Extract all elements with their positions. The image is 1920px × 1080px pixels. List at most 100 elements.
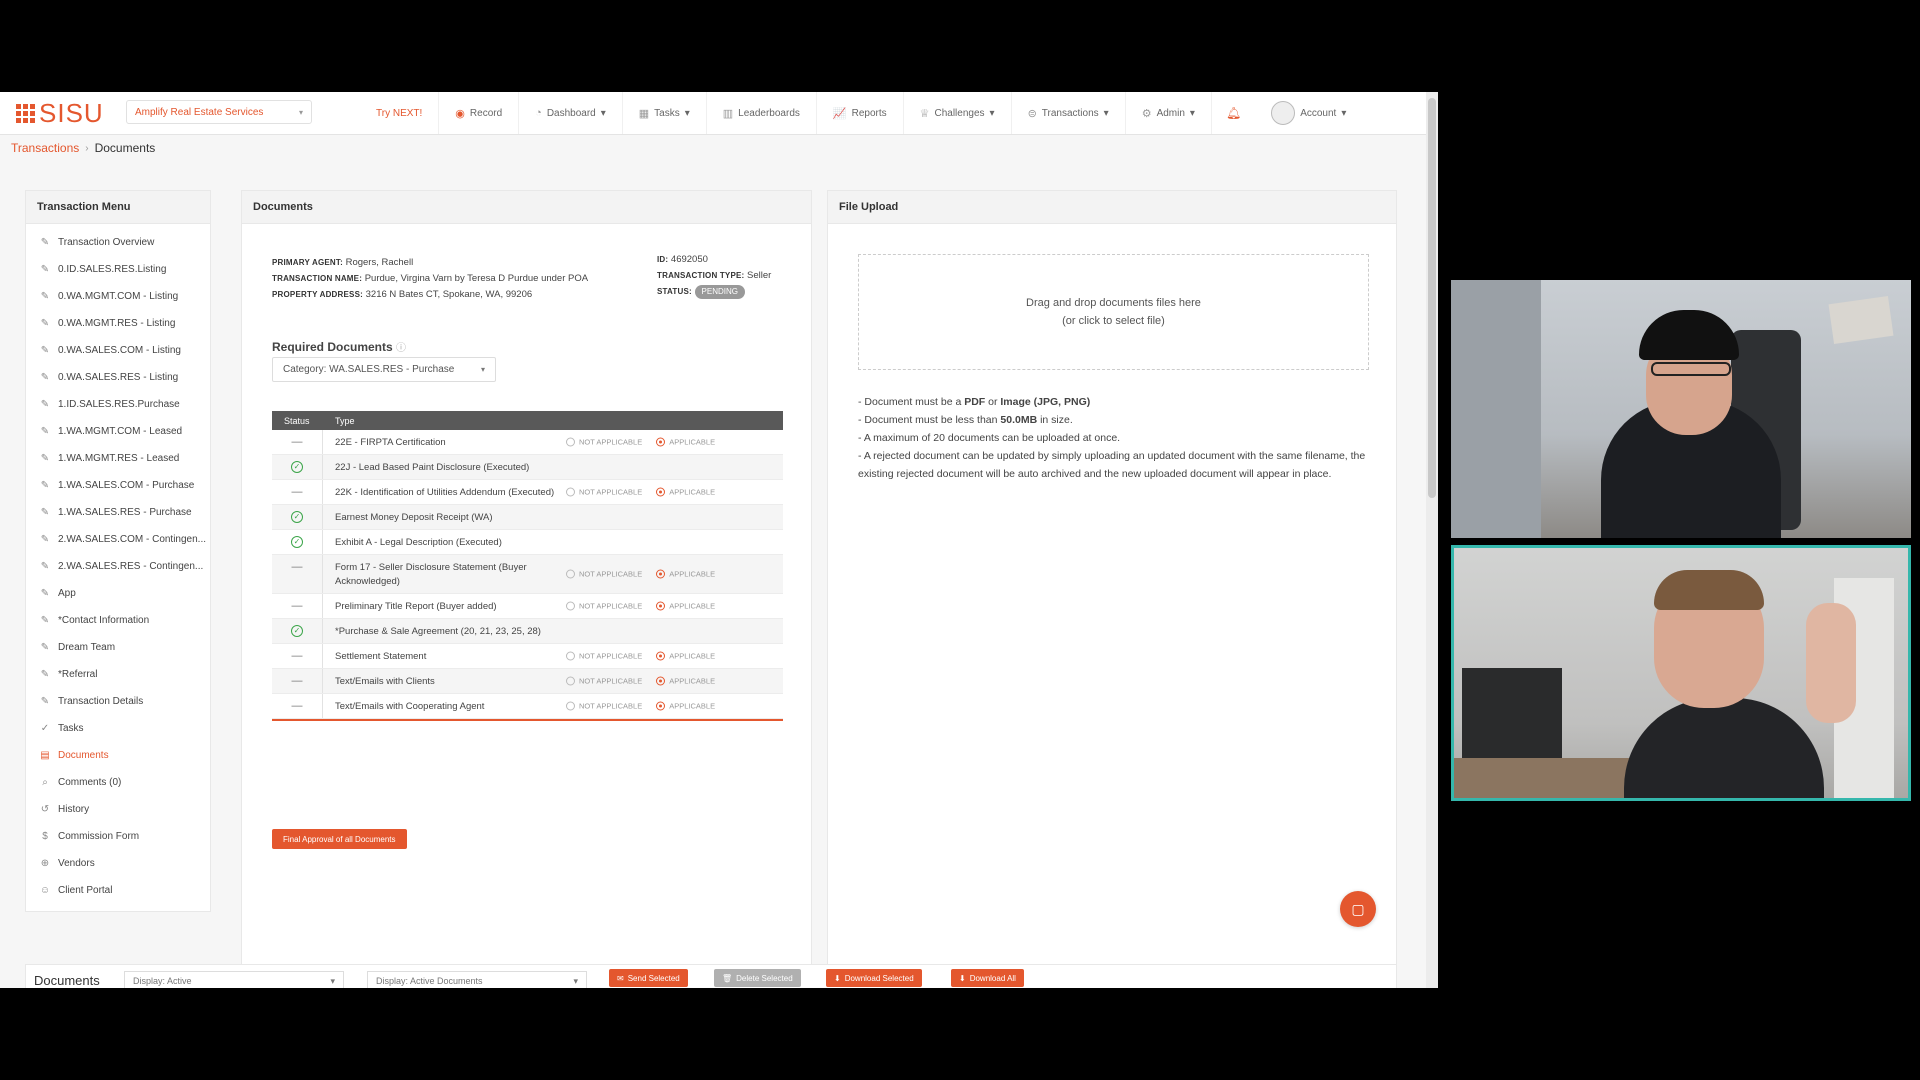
not-applicable-radio[interactable]: NOT APPLICABLE [566, 651, 642, 661]
chat-icon[interactable]: ▢ [1340, 891, 1376, 927]
nav-account[interactable]: Account ▾ [1255, 92, 1362, 134]
applicable-radio[interactable]: APPLICABLE [656, 437, 715, 447]
try-next-link[interactable]: Try NEXT! [360, 92, 440, 134]
scrollbar-thumb[interactable] [1428, 98, 1436, 498]
nav-challenges[interactable]: ♕ Challenges ▾ [904, 92, 1012, 134]
final-approval-button[interactable]: Final Approval of all Documents [272, 829, 407, 849]
sidebar-item[interactable]: ✎ 0.WA.SALES.COM - Listing [26, 337, 210, 364]
not-applicable-radio[interactable]: NOT APPLICABLE [566, 437, 642, 447]
delete-selected-button[interactable]: 🗑︎ Delete Selected [714, 969, 801, 987]
download-icon: ⬇ [959, 973, 966, 983]
chevron-down-icon: ▾ [298, 107, 303, 117]
file-upload-title: File Upload [828, 191, 1396, 224]
sidebar-item[interactable]: ✎ Transaction Overview [26, 229, 210, 256]
sidebar-item[interactable]: ↺ History [26, 796, 210, 823]
sidebar-item[interactable]: ✎ Transaction Details [26, 688, 210, 715]
nav-leaderboards[interactable]: ▥ Leaderboards [707, 92, 817, 134]
applicability-options: NOT APPLICABLE APPLICABLE [566, 601, 715, 611]
nav-admin[interactable]: ⚙ Admin ▾ [1126, 92, 1212, 134]
applicable-radio[interactable]: APPLICABLE [656, 569, 715, 579]
applicable-radio[interactable]: APPLICABLE [656, 601, 715, 611]
chevron-right-icon: › [85, 142, 89, 154]
table-row: — Text/Emails with Cooperating Agent NOT A… [272, 694, 783, 719]
sidebar-item[interactable]: ▤ Documents [26, 742, 210, 769]
sidebar-item[interactable]: ✓ Tasks [26, 715, 210, 742]
not-applicable-radio[interactable]: NOT APPLICABLE [566, 676, 642, 686]
sidebar-item[interactable]: ✎ 0.ID.SALES.RES.Listing [26, 256, 210, 283]
check-circle-icon: ✓ [40, 723, 50, 734]
sidebar-item[interactable]: ✎ 1.ID.SALES.RES.Purchase [26, 391, 210, 418]
page-scrollbar[interactable] [1426, 92, 1438, 988]
pencil-icon: ✎ [40, 345, 50, 356]
sidebar-item[interactable]: ✎ Dream Team [26, 634, 210, 661]
pencil-icon: ✎ [40, 534, 50, 545]
sidebar-item[interactable]: ☺ Client Portal [26, 877, 210, 904]
breadcrumb-transactions-link[interactable]: Transactions [11, 141, 79, 155]
transactions-icon: ⊜ [1027, 107, 1037, 120]
sidebar-item[interactable]: ✎ 2.WA.SALES.RES - Contingen... [26, 553, 210, 580]
dash-icon: — [272, 669, 323, 693]
info-icon[interactable]: ⓘ [396, 343, 406, 354]
table-row: ✓ *Purchase & Sale Agreement (20, 21, 23,… [272, 619, 783, 644]
sidebar-item-label: 1.WA.SALES.RES - Purchase [58, 507, 192, 518]
app-window: SISU Amplify Real Estate Services ▾ Try … [0, 92, 1438, 988]
sidebar-item-label: 0.WA.SALES.RES - Listing [58, 372, 179, 383]
sidebar-item-label: Tasks [58, 723, 84, 734]
applicable-radio[interactable]: APPLICABLE [656, 651, 715, 661]
sidebar-item[interactable]: ✎ 1.WA.SALES.RES - Purchase [26, 499, 210, 526]
sidebar-item[interactable]: ✎ 0.WA.MGMT.COM - Listing [26, 283, 210, 310]
document-filter-select[interactable]: Display: Active Documents ▾ [367, 971, 587, 988]
send-selected-button[interactable]: ✉ Send Selected [609, 969, 688, 987]
file-drop-zone[interactable]: Drag and drop documents files here (or c… [858, 254, 1369, 370]
applicable-radio[interactable]: APPLICABLE [656, 676, 715, 686]
not-applicable-radio[interactable]: NOT APPLICABLE [566, 701, 642, 711]
document-type: Settlement Statement [335, 651, 427, 662]
send-icon: ✉ [617, 973, 624, 983]
sidebar-item-label: Client Portal [58, 885, 113, 896]
sidebar-item[interactable]: ✎ *Referral [26, 661, 210, 688]
dash-icon: — [272, 694, 323, 718]
sidebar-item[interactable]: $ Commission Form [26, 823, 210, 850]
sidebar-item[interactable]: ✎ 1.WA.SALES.COM - Purchase [26, 472, 210, 499]
not-applicable-radio[interactable]: NOT APPLICABLE [566, 487, 642, 497]
sidebar-item[interactable]: ✎ 2.WA.SALES.COM - Contingen... [26, 526, 210, 553]
dash-icon: — [272, 555, 323, 593]
document-type: Text/Emails with Clients [335, 676, 435, 687]
primary-agent-value: Rogers, Rachell [345, 257, 414, 268]
check-circle-icon: ✓ [272, 505, 323, 529]
download-all-button[interactable]: ⬇ Download All [951, 969, 1024, 987]
display-filter-select[interactable]: Display: Active ▾ [124, 971, 344, 988]
nav-record[interactable]: ◉ Record [439, 92, 520, 134]
download-selected-button[interactable]: ⬇ Download Selected [826, 969, 922, 987]
applicable-radio[interactable]: APPLICABLE [656, 701, 715, 711]
category-select[interactable]: Category: WA.SALES.RES - Purchase ▾ [272, 357, 496, 382]
check-circle-icon: ✓ [272, 455, 323, 479]
nav-tasks[interactable]: ▦ Tasks ▾ [623, 92, 707, 134]
document-type: *Purchase & Sale Agreement (20, 21, 23, … [335, 626, 541, 637]
dash-icon: — [272, 644, 323, 668]
sidebar-item[interactable]: ⊕ Vendors [26, 850, 210, 877]
applicable-radio[interactable]: APPLICABLE [656, 487, 715, 497]
bell-icon[interactable]: 🔔︎ [1212, 106, 1255, 120]
sidebar-item-label: 2.WA.SALES.RES - Contingen... [58, 561, 204, 572]
nav-reports[interactable]: 📈 Reports [817, 92, 904, 134]
sidebar-item[interactable]: ✎ 0.WA.MGMT.RES - Listing [26, 310, 210, 337]
nav-transactions[interactable]: ⊜ Transactions ▾ [1012, 92, 1126, 134]
not-applicable-radio[interactable]: NOT APPLICABLE [566, 601, 642, 611]
pencil-icon: ✎ [40, 561, 50, 572]
sidebar-item[interactable]: ✎ App [26, 580, 210, 607]
not-applicable-radio[interactable]: NOT APPLICABLE [566, 569, 642, 579]
sidebar-item[interactable]: ✎ 1.WA.MGMT.RES - Leased [26, 445, 210, 472]
company-select[interactable]: Amplify Real Estate Services ▾ [126, 100, 312, 124]
file-upload-panel: File Upload Drag and drop documents file… [827, 190, 1397, 974]
comment-icon: ⌕ [42, 777, 48, 788]
pencil-icon: ✎ [40, 480, 50, 491]
sidebar-item[interactable]: ✎ *Contact Information [26, 607, 210, 634]
pencil-icon: ✎ [40, 372, 50, 383]
sidebar-item[interactable]: ⌕ Comments (0) [26, 769, 210, 796]
sidebar-item-label: *Contact Information [58, 615, 150, 626]
sisu-logo[interactable]: SISU [16, 100, 104, 126]
sidebar-item[interactable]: ✎ 0.WA.SALES.RES - Listing [26, 364, 210, 391]
sidebar-item[interactable]: ✎ 1.WA.MGMT.COM - Leased [26, 418, 210, 445]
nav-dashboard[interactable]: ◔ Dashboard ▾ [519, 92, 623, 134]
